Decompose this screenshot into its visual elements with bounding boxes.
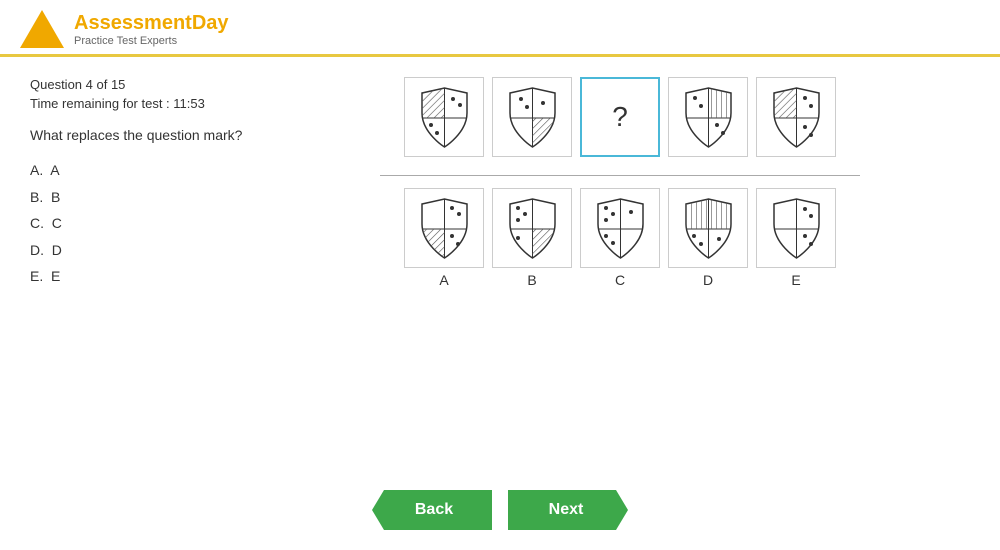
main-content: Question 4 of 15 Time remaining for test… [0,57,1000,310]
right-panel: ? [270,77,970,290]
answer-item-c[interactable]: C [580,188,660,288]
option-c[interactable]: C. C [30,210,250,237]
sequence-shield-4 [668,77,748,157]
back-button[interactable]: Back [372,490,492,530]
answer-shield-a [404,188,484,268]
logo-text: AssessmentDay Practice Test Experts [74,12,229,47]
question-progress: Question 4 of 15 [30,77,250,92]
sequence-row: ? [404,77,836,157]
answer-row: A [404,188,836,288]
option-b[interactable]: B. B [30,184,250,211]
bottom-bar: Back Next [0,490,1000,530]
answer-label-c: C [615,272,625,288]
question-text: What replaces the question mark? [30,127,250,143]
logo-icon [20,10,64,48]
answer-item-b[interactable]: B [492,188,572,288]
sequence-shield-2 [492,77,572,157]
sequence-shield-1 [404,77,484,157]
options-list: A. A B. B C. C D. D E. E [30,157,250,290]
answer-item-e[interactable]: E [756,188,836,288]
option-d[interactable]: D. D [30,237,250,264]
question-mark-symbol: ? [612,101,628,133]
divider [380,175,860,176]
answer-label-a: A [439,272,448,288]
answer-shield-e [756,188,836,268]
logo-subtitle: Practice Test Experts [74,35,229,47]
left-panel: Question 4 of 15 Time remaining for test… [30,77,250,290]
sequence-shield-5 [756,77,836,157]
logo-title: AssessmentDay [74,12,229,35]
header: AssessmentDay Practice Test Experts [0,0,1000,57]
option-e[interactable]: E. E [30,263,250,290]
answer-label-e: E [791,272,800,288]
answer-label-b: B [527,272,536,288]
sequence-shield-question: ? [580,77,660,157]
answer-item-a[interactable]: A [404,188,484,288]
answer-shield-c [580,188,660,268]
option-a[interactable]: A. A [30,157,250,184]
answer-item-d[interactable]: D [668,188,748,288]
answer-shield-d [668,188,748,268]
answer-shield-b [492,188,572,268]
answer-label-d: D [703,272,713,288]
next-button[interactable]: Next [508,490,628,530]
time-remaining: Time remaining for test : 11:53 [30,96,250,111]
